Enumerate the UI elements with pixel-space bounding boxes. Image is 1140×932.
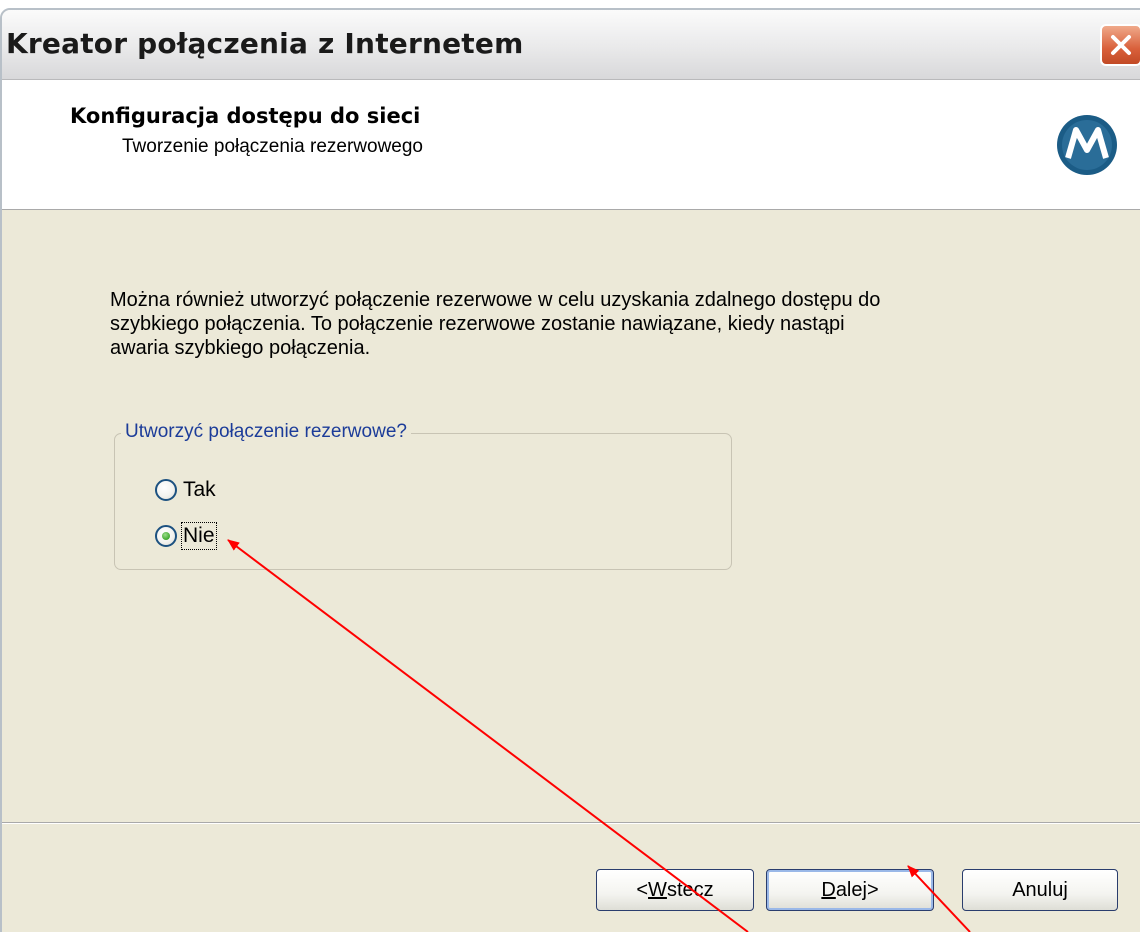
motorola-logo-icon	[1057, 115, 1117, 175]
window-title: Kreator połączenia z Internetem	[6, 27, 524, 60]
radio-option-tak[interactable]: Tak	[155, 476, 216, 504]
group-legend: Utworzyć połączenie rezerwowe?	[121, 421, 411, 443]
wizard-footer: < Wstecz Dalej > Anuluj	[2, 822, 1140, 932]
description-line: Można również utworzyć połączenie rezerw…	[110, 289, 881, 311]
page-title: Konfiguracja dostępu do sieci	[70, 104, 421, 128]
wizard-header: Konfiguracja dostępu do sieci Tworzenie …	[2, 80, 1140, 210]
description-line: awaria szybkiego połączenia.	[110, 337, 371, 359]
close-button[interactable]	[1100, 24, 1140, 66]
wizard-content: Można również utworzyć połączenie rezerw…	[2, 210, 1140, 822]
radio-label-nie[interactable]: Nie	[181, 522, 217, 550]
next-button[interactable]: Dalej >	[766, 869, 934, 911]
back-button-mnemonic: W	[648, 878, 667, 901]
next-button-mnemonic: D	[821, 878, 836, 901]
wizard-window: Kreator połączenia z Internetem Konfigur…	[0, 8, 1140, 932]
back-button-prefix: <	[636, 878, 649, 901]
back-button-label: stecz	[666, 878, 714, 901]
title-bar[interactable]: Kreator połączenia z Internetem	[2, 10, 1140, 80]
description-line: szybkiego połączenia. To połączenie reze…	[110, 313, 845, 335]
radio-button-tak[interactable]	[155, 479, 177, 501]
radio-button-nie[interactable]	[155, 525, 177, 547]
screenshot-stage: Kreator połączenia z Internetem Konfigur…	[0, 0, 1140, 932]
close-icon	[1111, 35, 1131, 55]
cancel-button[interactable]: Anuluj	[962, 869, 1118, 911]
radio-label-tak[interactable]: Tak	[183, 478, 216, 502]
page-subtitle: Tworzenie połączenia rezerwowego	[122, 136, 423, 157]
description-text: Można również utworzyć połączenie rezerw…	[110, 288, 1090, 360]
next-button-label: alej	[835, 878, 867, 901]
next-button-suffix: >	[866, 878, 879, 901]
backup-connection-group: Utworzyć połączenie rezerwowe? Tak Nie	[114, 421, 732, 570]
back-button[interactable]: < Wstecz	[596, 869, 754, 911]
radio-option-nie[interactable]: Nie	[155, 522, 217, 550]
